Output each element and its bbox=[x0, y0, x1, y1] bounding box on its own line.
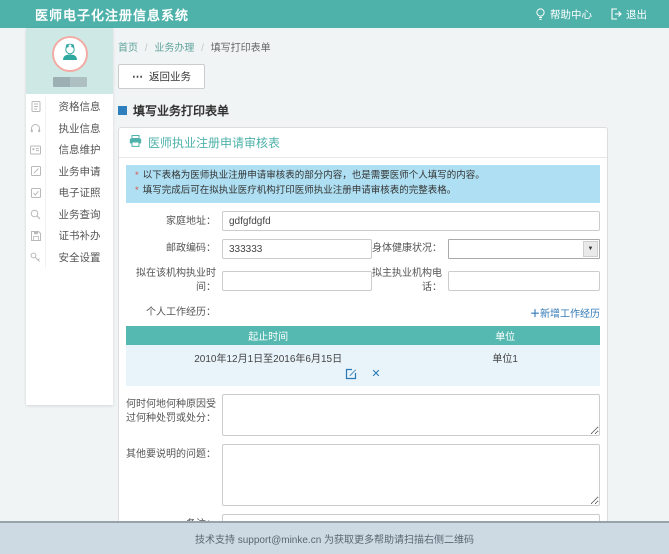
return-business-button[interactable]: ⋯ 返回业务 bbox=[118, 64, 205, 89]
search-icon bbox=[26, 204, 46, 226]
sidebar-item-label: 资格信息 bbox=[46, 99, 113, 114]
return-business-label: 返回业务 bbox=[149, 69, 191, 84]
edit-square-icon bbox=[26, 161, 46, 183]
breadcrumb-separator: / bbox=[145, 43, 148, 54]
panel-title: 医师执业注册申请审核表 bbox=[148, 134, 280, 151]
table-header-row: 起止时间 单位 bbox=[126, 326, 600, 345]
punishment-textarea[interactable] bbox=[222, 394, 600, 436]
other-issues-label: 其他要说明的问题： bbox=[126, 444, 222, 462]
add-work-history-link[interactable]: ＋新增工作经历 bbox=[530, 305, 600, 320]
postal-code-input[interactable] bbox=[222, 239, 372, 259]
logout-icon bbox=[610, 8, 622, 20]
sidebar-item-business-application[interactable]: 业务申请 bbox=[26, 161, 113, 183]
sidebar: 资格信息 执业信息 信息维护 业务申请 电子证照 业务查询 bbox=[26, 28, 113, 405]
work-history-table: 起止时间 单位 2010年12月1日至2016年6月15日 单位1 bbox=[126, 326, 600, 386]
document-icon bbox=[26, 96, 46, 118]
practice-time-label: 拟在该机构执业时间： bbox=[126, 267, 222, 295]
other-issues-textarea[interactable] bbox=[222, 444, 600, 506]
breadcrumb-separator: / bbox=[201, 43, 204, 54]
edit-icon[interactable] bbox=[345, 367, 357, 380]
lightbulb-icon bbox=[535, 8, 546, 21]
certificate-icon bbox=[26, 182, 46, 204]
table-row-actions: ✕ bbox=[126, 365, 600, 386]
user-profile-block[interactable] bbox=[26, 28, 113, 94]
sidebar-item-label: 业务申请 bbox=[46, 164, 113, 179]
punishment-label: 何时何地何种原因受过何种处罚或处分： bbox=[126, 394, 222, 426]
table-row: 2010年12月1日至2016年6月15日 单位1 bbox=[126, 345, 600, 365]
org-phone-input[interactable] bbox=[448, 271, 600, 291]
notice-line: *填写完成后可在拟执业医疗机构打印医师执业注册申请审核表的完整表格。 bbox=[135, 184, 591, 199]
review-form-panel: 医师执业注册申请审核表 *以下表格为医师执业注册申请审核表的部分内容，也是需要医… bbox=[118, 127, 608, 554]
footer-bar: 技术支持 support@minke.cn 为获取更多帮助请扫描右侧二维码 bbox=[0, 521, 669, 554]
org-phone-label: 拟主执业机构电话： bbox=[372, 267, 448, 295]
postal-code-label: 邮政编码： bbox=[126, 242, 222, 256]
notice-box: *以下表格为医师执业注册申请审核表的部分内容，也是需要医师个人填写的内容。 *填… bbox=[126, 165, 600, 203]
panel-header: 医师执业注册申请审核表 bbox=[119, 128, 607, 158]
breadcrumb: 首页 / 业务办理 / 填写打印表单 bbox=[118, 39, 608, 54]
top-header-bar: 医师电子化注册信息系统 帮助中心 退出 bbox=[0, 0, 669, 28]
plus-icon: ＋ bbox=[530, 309, 540, 320]
user-name-redacted bbox=[53, 77, 87, 87]
printer-icon bbox=[129, 135, 142, 150]
sidebar-item-label: 证书补办 bbox=[46, 228, 113, 243]
headset-icon bbox=[26, 118, 46, 140]
health-status-select[interactable]: ▼ bbox=[448, 239, 600, 259]
sidebar-item-certificate-reissue[interactable]: 证书补办 bbox=[26, 225, 113, 247]
ellipsis-icon: ⋯ bbox=[132, 74, 143, 80]
sidebar-item-practice-info[interactable]: 执业信息 bbox=[26, 118, 113, 140]
row-period-cell: 2010年12月1日至2016年6月15日 bbox=[126, 345, 410, 365]
support-text: 技术支持 support@minke.cn 为获取更多帮助请扫描右侧二维码 bbox=[195, 531, 474, 546]
sidebar-item-info-maintenance[interactable]: 信息维护 bbox=[26, 139, 113, 161]
sidebar-item-security-settings[interactable]: 安全设置 bbox=[26, 247, 113, 269]
help-center-button[interactable]: 帮助中心 bbox=[535, 7, 592, 22]
key-icon bbox=[26, 247, 46, 269]
health-status-label: 身体健康状况： bbox=[372, 242, 448, 256]
row-unit-cell: 单位1 bbox=[410, 345, 600, 365]
breadcrumb-current: 填写打印表单 bbox=[211, 43, 271, 54]
sidebar-item-label: 执业信息 bbox=[46, 121, 113, 136]
notice-line: *以下表格为医师执业注册申请审核表的部分内容，也是需要医师个人填写的内容。 bbox=[135, 169, 591, 184]
page-title-text: 填写业务打印表单 bbox=[133, 102, 229, 119]
breadcrumb-home-link[interactable]: 首页 bbox=[118, 43, 138, 54]
sidebar-item-label: 业务查询 bbox=[46, 207, 113, 222]
logout-button[interactable]: 退出 bbox=[610, 7, 647, 22]
sidebar-menu: 资格信息 执业信息 信息维护 业务申请 电子证照 业务查询 bbox=[26, 94, 113, 268]
form-area: 家庭地址： 邮政编码： 身体健康状况： ▼ 拟在该机构执业时间： 拟主执业机构电… bbox=[119, 211, 607, 534]
save-icon bbox=[26, 225, 46, 247]
id-card-icon bbox=[26, 139, 46, 161]
page-title: 填写业务打印表单 bbox=[118, 102, 608, 119]
title-square-icon bbox=[118, 106, 127, 115]
doctor-avatar-icon bbox=[59, 40, 81, 67]
sidebar-item-qualification-info[interactable]: 资格信息 bbox=[26, 96, 113, 118]
column-header-unit: 单位 bbox=[410, 326, 600, 345]
delete-icon[interactable]: ✕ bbox=[371, 367, 380, 380]
breadcrumb-business-link[interactable]: 业务办理 bbox=[154, 43, 194, 54]
sidebar-item-label: 安全设置 bbox=[46, 250, 113, 265]
home-address-input[interactable] bbox=[222, 211, 600, 231]
main-content: 首页 / 业务办理 / 填写打印表单 ⋯ 返回业务 填写业务打印表单 医师执业注… bbox=[118, 28, 608, 554]
help-center-label: 帮助中心 bbox=[550, 7, 592, 22]
app-window: 医师电子化注册信息系统 帮助中心 退出 bbox=[0, 0, 669, 554]
chevron-down-icon: ▼ bbox=[583, 241, 598, 257]
sidebar-item-business-query[interactable]: 业务查询 bbox=[26, 204, 113, 226]
work-history-label: 个人工作经历： bbox=[126, 306, 222, 320]
logout-label: 退出 bbox=[626, 7, 647, 22]
sidebar-item-label: 电子证照 bbox=[46, 185, 113, 200]
home-address-label: 家庭地址： bbox=[126, 211, 222, 229]
asterisk-icon: * bbox=[135, 185, 139, 196]
app-title: 医师电子化注册信息系统 bbox=[35, 5, 189, 24]
sidebar-item-electronic-certificate[interactable]: 电子证照 bbox=[26, 182, 113, 204]
sidebar-item-label: 信息维护 bbox=[46, 142, 113, 157]
practice-time-input[interactable] bbox=[222, 271, 372, 291]
avatar bbox=[52, 36, 88, 72]
column-header-period: 起止时间 bbox=[126, 326, 410, 345]
asterisk-icon: * bbox=[135, 170, 139, 181]
